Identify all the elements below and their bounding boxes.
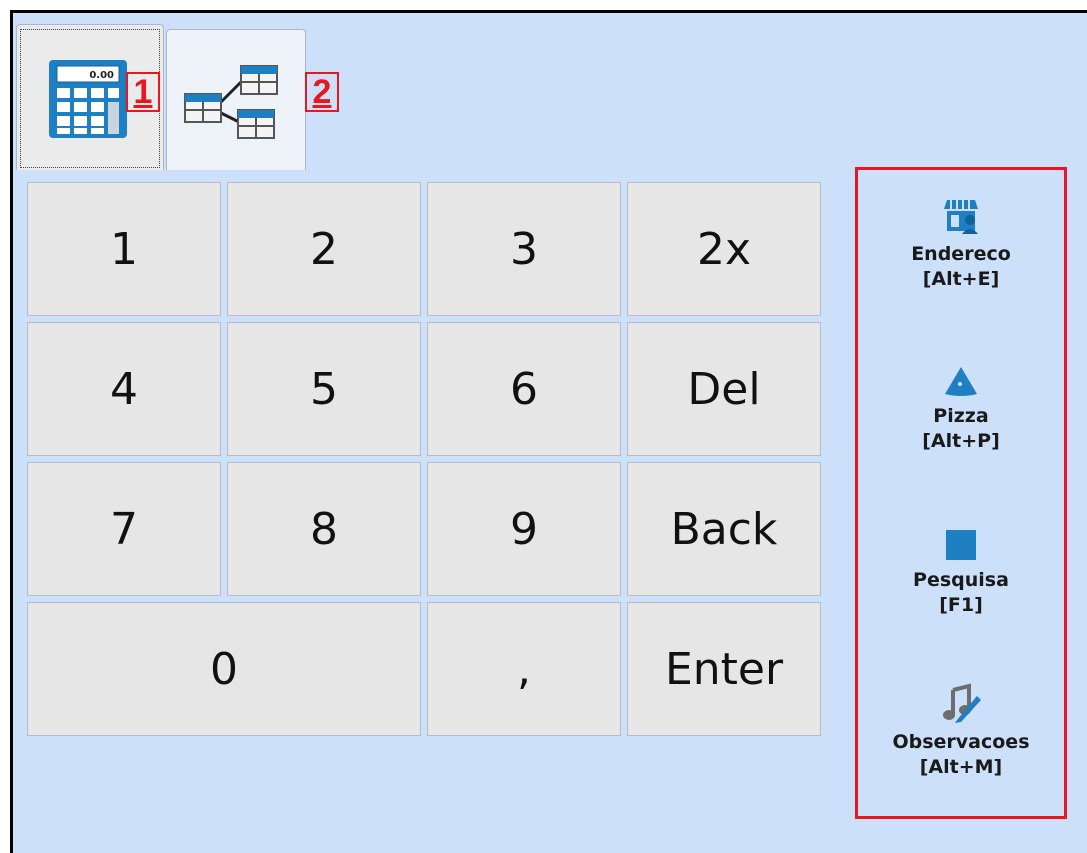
key-8[interactable]: 8 (227, 462, 421, 596)
key-back[interactable]: Back (627, 462, 821, 596)
music-note-icon (943, 683, 981, 723)
pesquisa-shortcut: [F1] (939, 594, 983, 616)
calculator-icon: 0.00 (49, 60, 127, 138)
tab-table-tree[interactable] (166, 29, 306, 170)
pizza-icon (945, 367, 977, 396)
key-2x[interactable]: 2x (627, 182, 821, 316)
key-9[interactable]: 9 (427, 462, 621, 596)
endereco-label: Endereco (911, 243, 1011, 265)
key-6[interactable]: 6 (427, 322, 621, 456)
key-0[interactable]: 0 (27, 602, 421, 736)
key-comma[interactable]: , (427, 602, 621, 736)
endereco-shortcut: [Alt+E] (922, 268, 1000, 290)
tab-badge-1: 1 (126, 72, 160, 112)
key-2[interactable]: 2 (227, 182, 421, 316)
store-icon (944, 200, 978, 234)
key-1[interactable]: 1 (27, 182, 221, 316)
key-4[interactable]: 4 (27, 322, 221, 456)
key-7[interactable]: 7 (27, 462, 221, 596)
key-enter[interactable]: Enter (627, 602, 821, 736)
table-tree-icon (184, 65, 278, 139)
key-3[interactable]: 3 (427, 182, 621, 316)
calculator-display-text: 0.00 (89, 70, 114, 81)
pizza-button[interactable]: Pizza [Alt+P] (858, 364, 1064, 454)
key-del[interactable]: Del (627, 322, 821, 456)
pesquisa-button[interactable]: Pesquisa [F1] (858, 528, 1064, 618)
shortcut-panel: Endereco [Alt+E] Pizza [Alt+P] Pesquisa … (855, 167, 1067, 819)
search-square-icon (946, 530, 976, 560)
pizza-shortcut: [Alt+P] (922, 430, 1000, 452)
observacoes-button[interactable]: Observacoes [Alt+M] (858, 682, 1064, 780)
tab-badge-2: 2 (305, 72, 339, 112)
key-5[interactable]: 5 (227, 322, 421, 456)
pesquisa-label: Pesquisa (913, 569, 1009, 591)
endereco-button[interactable]: Endereco [Alt+E] (858, 196, 1064, 292)
observacoes-shortcut: [Alt+M] (919, 756, 1003, 778)
pizza-label: Pizza (933, 405, 989, 427)
observacoes-label: Observacoes (892, 731, 1030, 753)
